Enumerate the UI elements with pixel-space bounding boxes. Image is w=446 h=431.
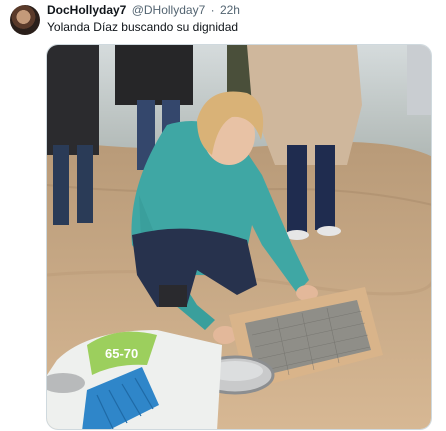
beach-photo-illustration: 65-70 [47, 45, 431, 429]
author-avatar[interactable] [10, 5, 40, 35]
author-display-name[interactable]: DocHollyday7 [47, 3, 126, 17]
person-left-leg [53, 145, 69, 225]
person-left-coat [47, 45, 99, 155]
tweet-header: DocHollyday7 @DHollyday7 · 22h [47, 3, 240, 17]
tweet-photo[interactable]: 65-70 [46, 44, 432, 430]
tweet-timestamp[interactable]: 22h [220, 3, 240, 17]
tweet-text: Yolanda Díaz buscando su dignidad [47, 20, 239, 34]
tweet[interactable]: DocHollyday7 @DHollyday7 · 22h Yolanda D… [0, 0, 446, 431]
person-right-edge [407, 45, 431, 115]
author-handle[interactable]: @DHollyday7 [132, 3, 206, 17]
person-center-coat [115, 45, 193, 105]
woman-shoe [159, 285, 187, 307]
bag-label: 65-70 [105, 346, 138, 361]
meta-separator: · [210, 3, 215, 17]
